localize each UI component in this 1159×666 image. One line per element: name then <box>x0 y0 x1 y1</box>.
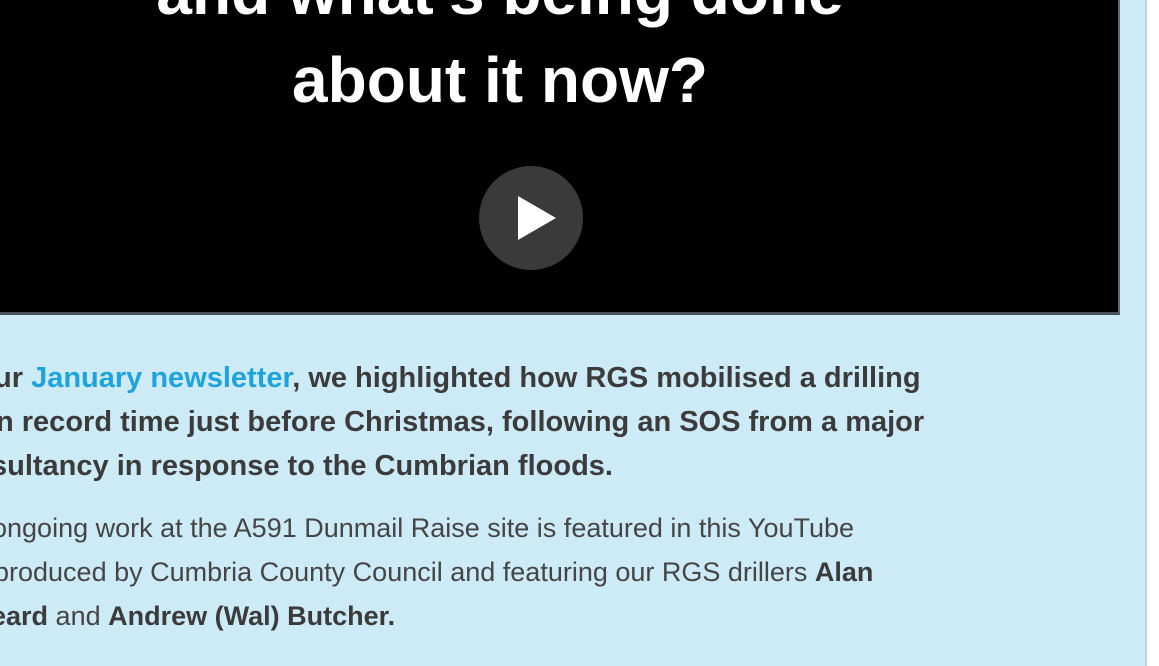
lead-line-1-prefix: ur <box>0 362 23 394</box>
play-icon <box>518 196 556 240</box>
body-paragraph: ongoing work at the A591 Dunmail Raise s… <box>0 506 1120 638</box>
body-line-3: eard and Andrew (Wal) Butcher. <box>0 594 1111 638</box>
body-line-3-mid: and <box>48 601 109 631</box>
lead-line-3: sultancy in response to the Cumbrian flo… <box>0 450 613 482</box>
play-button[interactable] <box>479 166 583 270</box>
lead-line-1: ur January newsletter, we highlighted ho… <box>0 356 1114 400</box>
body-line-1: ongoing work at the A591 Dunmail Raise s… <box>0 513 855 543</box>
lead-line-2: n record time just before Christmas, fol… <box>0 406 925 438</box>
lead-line-1-suffix: , we highlighted how RGS mobilised a dri… <box>292 362 921 394</box>
body-line-2-text: produced by Cumbria County Council and f… <box>0 557 815 587</box>
video-title-line-1: and what's being done <box>0 0 1000 30</box>
video-player[interactable]: and what's being done about it now? <box>0 0 1120 315</box>
page-right-border <box>1145 0 1159 666</box>
lead-paragraph: ur January newsletter, we highlighted ho… <box>0 356 1120 488</box>
january-newsletter-link[interactable]: January newsletter <box>31 362 292 394</box>
driller-surname-eard: eard <box>0 601 49 631</box>
driller-name-alan: Alan <box>814 557 874 587</box>
video-title-line-2: about it now? <box>292 44 708 116</box>
email-page: and what's being done about it now? ur J… <box>0 0 1159 666</box>
driller-name-andrew: Andrew (Wal) Butcher. <box>108 601 396 631</box>
body-line-2: produced by Cumbria County Council and f… <box>0 550 1114 594</box>
